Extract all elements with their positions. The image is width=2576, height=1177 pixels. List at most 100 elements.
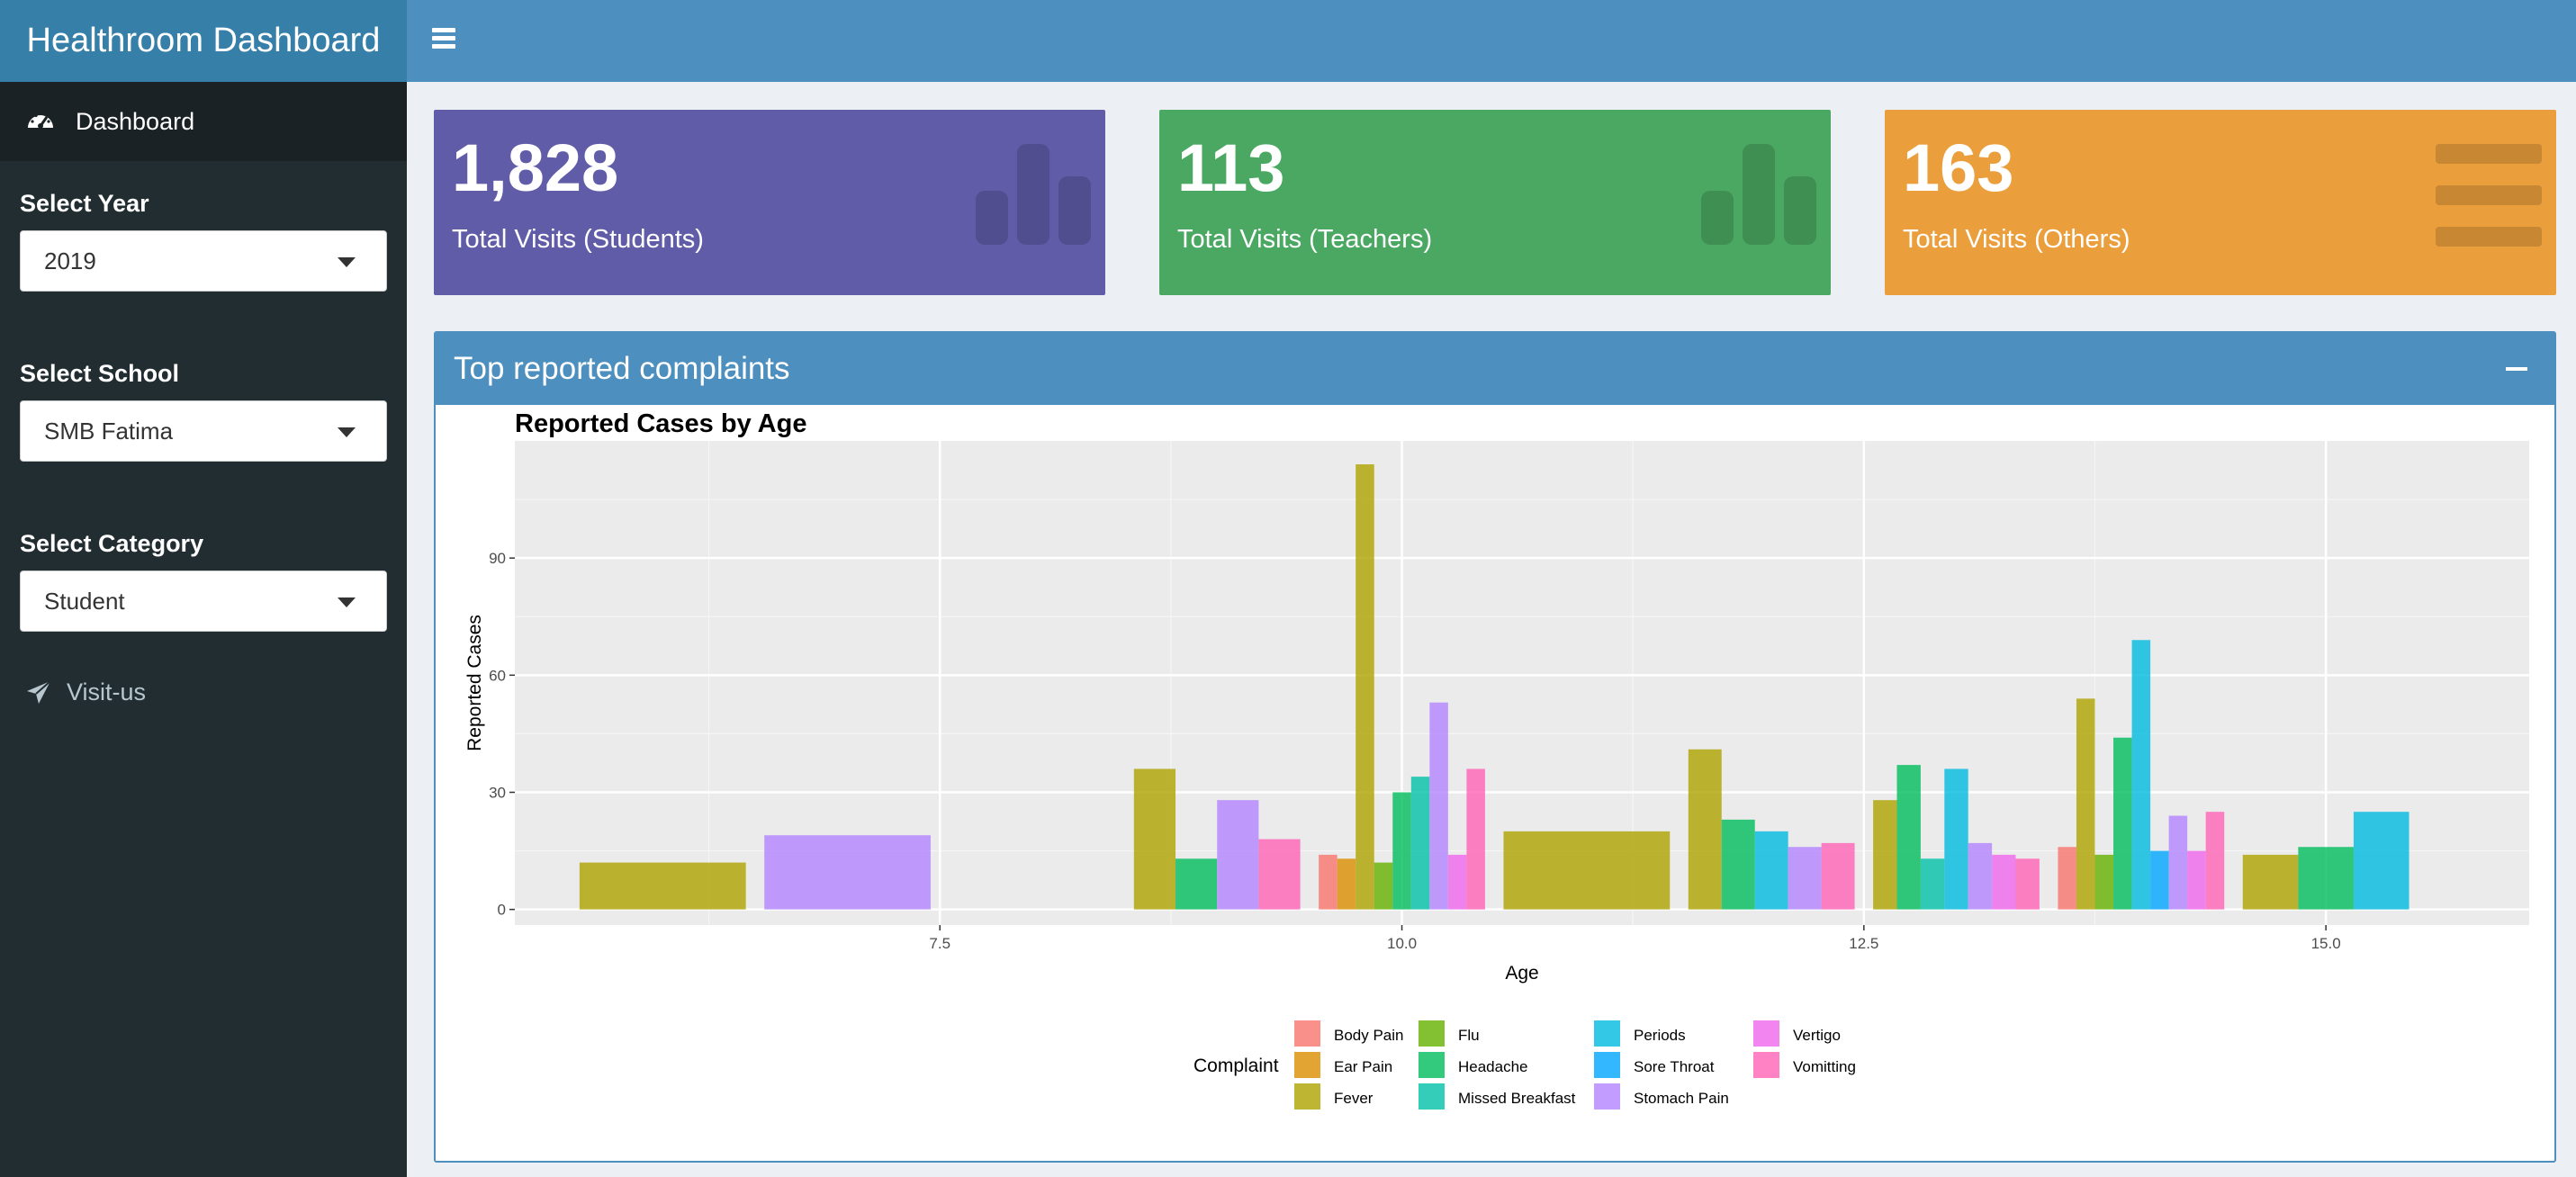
- y-tick-label: 90: [489, 550, 506, 567]
- y-tick-label: 60: [489, 667, 506, 684]
- bar-periods: [2353, 812, 2409, 910]
- legend-swatch: [1294, 1020, 1320, 1047]
- bar-stomach-pain: [764, 835, 931, 910]
- category-select[interactable]: Student: [20, 571, 387, 632]
- bar-chart-icon: [976, 144, 1091, 245]
- sidebar-item-label: Visit-us: [67, 678, 147, 705]
- x-tick-label: 15.0: [2311, 935, 2341, 952]
- chevron-down-icon: [338, 257, 356, 267]
- school-label: Select School: [20, 360, 180, 387]
- bar-fever: [2242, 854, 2299, 910]
- legend-label: Missed Breakfast: [1458, 1090, 1576, 1107]
- legend-title: Complaint: [1193, 1056, 1279, 1076]
- app-logo[interactable]: Healthroom Dashboard: [0, 0, 407, 82]
- year-select[interactable]: 2019: [20, 230, 387, 292]
- x-tick-label: 10.0: [1387, 935, 1417, 952]
- complaints-panel: Top reported complaints Reported Cases b…: [434, 331, 2556, 1163]
- bar-headache: [2298, 847, 2354, 910]
- legend-label: Headache: [1458, 1058, 1528, 1075]
- legend-label: Body Pain: [1334, 1027, 1404, 1044]
- legend-label: Vomitting: [1793, 1058, 1856, 1075]
- bar-vomitting: [1466, 768, 1485, 910]
- value-box-label: Total Visits (Students): [452, 225, 704, 254]
- legend-swatch: [1594, 1020, 1620, 1047]
- value-box-number: 1,828: [452, 130, 619, 205]
- legend-label: Fever: [1334, 1090, 1374, 1107]
- legend-label: Flu: [1458, 1027, 1480, 1044]
- legend-swatch: [1594, 1083, 1620, 1110]
- bar-fever: [579, 862, 746, 910]
- y-tick-label: 0: [498, 902, 506, 919]
- bar-fever: [1688, 749, 1722, 910]
- collapse-icon[interactable]: [2506, 367, 2527, 371]
- value-box-label: Total Visits (Others): [1903, 225, 2130, 254]
- bar-flu: [2094, 854, 2114, 910]
- bar-periods: [1944, 768, 1968, 910]
- bar-missed-breakfast: [1920, 858, 1945, 910]
- x-tick-label: 7.5: [929, 935, 950, 952]
- value-box-label: Total Visits (Teachers): [1177, 225, 1433, 254]
- list-icon: [2436, 144, 2542, 247]
- bar-headache: [1392, 792, 1411, 910]
- legend-swatch: [1419, 1052, 1445, 1078]
- legend-label: Vertigo: [1793, 1027, 1841, 1044]
- bar-flu: [1374, 862, 1393, 910]
- panel-title: Top reported complaints: [454, 351, 790, 386]
- bar-vertigo: [2187, 850, 2206, 910]
- legend-swatch: [1753, 1052, 1779, 1078]
- value-box-number: 113: [1177, 130, 1285, 205]
- legend-swatch: [1594, 1052, 1620, 1078]
- bar-body-pain: [2058, 847, 2076, 910]
- y-tick-label: 30: [489, 784, 506, 801]
- bar-body-pain: [1319, 854, 1338, 910]
- chevron-down-icon: [338, 427, 356, 437]
- bar-stomach-pain: [1788, 847, 1822, 910]
- bar-chart-icon: [1701, 144, 1816, 245]
- top-navbar: [407, 0, 2576, 82]
- value-box-number: 163: [1903, 130, 2014, 205]
- x-axis-title: Age: [1505, 963, 1538, 984]
- bar-headache: [1896, 765, 1921, 910]
- legend-swatch: [1294, 1083, 1320, 1110]
- school-select-value: SMB Fatima: [44, 417, 174, 445]
- sidebar-item-visit-us[interactable]: Visit-us: [0, 678, 407, 706]
- x-tick-label: 12.5: [1849, 935, 1878, 952]
- bar-vertigo: [1992, 854, 2016, 910]
- bar-periods: [2131, 640, 2151, 910]
- bar-headache: [1721, 819, 1755, 910]
- sidebar-toggle-icon[interactable]: [432, 24, 468, 57]
- category-select-value: Student: [44, 587, 125, 615]
- year-label: Select Year: [20, 190, 149, 217]
- bar-vomitting: [1821, 842, 1855, 910]
- legend-label: Ear Pain: [1334, 1058, 1392, 1075]
- bar-headache: [2113, 737, 2132, 910]
- bar-vomitting: [1258, 839, 1301, 910]
- bar-missed-breakfast: [1410, 777, 1430, 910]
- bar-sore-throat: [2150, 850, 2169, 910]
- bar-fever: [1356, 464, 1374, 910]
- sidebar: Dashboard Select Year 2019 Select School…: [0, 82, 407, 1177]
- sidebar-item-dashboard[interactable]: Dashboard: [0, 82, 407, 161]
- legend-swatch: [1419, 1083, 1445, 1110]
- panel-header: Top reported complaints: [436, 333, 2554, 405]
- paper-plane-icon: [27, 679, 51, 704]
- bar-fever: [1503, 831, 1671, 910]
- bar-periods: [1754, 831, 1788, 910]
- school-select[interactable]: SMB Fatima: [20, 400, 387, 462]
- sidebar-item-label: Dashboard: [76, 107, 195, 135]
- category-label: Select Category: [20, 530, 204, 557]
- bar-stomach-pain: [2168, 815, 2188, 910]
- chevron-down-icon: [338, 597, 356, 607]
- year-select-value: 2019: [44, 247, 96, 274]
- bar-fever: [1133, 768, 1176, 910]
- legend-swatch: [1419, 1020, 1445, 1047]
- value-box-others: 163 Total Visits (Others): [1885, 110, 2556, 295]
- bar-ear-pain: [1337, 858, 1356, 910]
- bar-stomach-pain: [1968, 842, 1993, 910]
- bar-fever: [2076, 698, 2095, 910]
- bar-vomitting: [2205, 812, 2225, 910]
- legend-label: Periods: [1634, 1027, 1686, 1044]
- bar-stomach-pain: [1429, 702, 1448, 910]
- legend-swatch: [1753, 1020, 1779, 1047]
- legend-swatch: [1294, 1052, 1320, 1078]
